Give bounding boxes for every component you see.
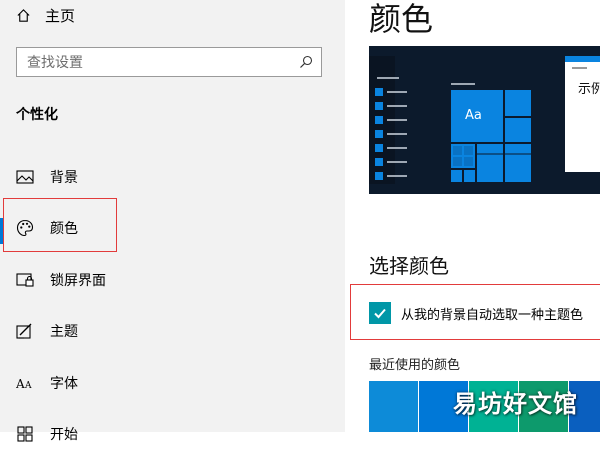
search-icon[interactable] [299, 55, 313, 69]
sidebar-item-background[interactable]: 背景 [0, 157, 345, 197]
sidebar-item-label: 背景 [50, 170, 78, 186]
recent-colors-heading: 最近使用的颜色 [369, 358, 461, 373]
highlight-box-color [3, 198, 117, 252]
sidebar-item-label: 开始 [50, 427, 78, 443]
sidebar-item-lock-screen[interactable]: 锁屏界面 [0, 260, 345, 300]
theme-icon [16, 322, 34, 340]
search-box[interactable] [16, 47, 322, 77]
sidebar-item-theme[interactable]: 主题 [0, 311, 345, 351]
svg-text:A: A [16, 377, 25, 390]
preview-tile-text: Aa [465, 108, 482, 123]
sidebar-item-fonts[interactable]: A A 字体 [0, 363, 345, 403]
start-icon [16, 425, 34, 443]
highlight-box-checkbox [350, 284, 600, 340]
sidebar-item-start[interactable]: 开始 [0, 414, 345, 454]
settings-sidebar: 主页 个性化 背景 颜色 [0, 0, 345, 443]
font-icon: A A [16, 374, 34, 392]
home-label: 主页 [45, 6, 76, 25]
search-input[interactable] [25, 52, 289, 74]
picture-icon [16, 168, 34, 186]
main-content: 颜色 Aa 示例 选择颜色 从我的背景自动选取一种主题色 最近使用的颜色 易坊好… [345, 0, 600, 432]
sidebar-item-label: 字体 [50, 376, 78, 392]
watermark-text: 易坊好文馆 [453, 390, 578, 418]
sidebar-item-label: 锁屏界面 [50, 273, 106, 289]
lock-screen-icon [16, 271, 34, 289]
home-nav-item[interactable]: 主页 [16, 4, 75, 26]
preview-window-text: 示例 [578, 82, 600, 97]
home-icon [17, 8, 30, 22]
choose-color-heading: 选择颜色 [369, 254, 449, 278]
svg-text:A: A [24, 381, 32, 390]
theme-preview: Aa 示例 [369, 46, 600, 194]
sidebar-item-label: 主题 [50, 324, 78, 340]
page-title: 颜色 [369, 0, 434, 38]
recent-color-swatch[interactable] [369, 381, 418, 432]
section-title: 个性化 [16, 107, 58, 123]
